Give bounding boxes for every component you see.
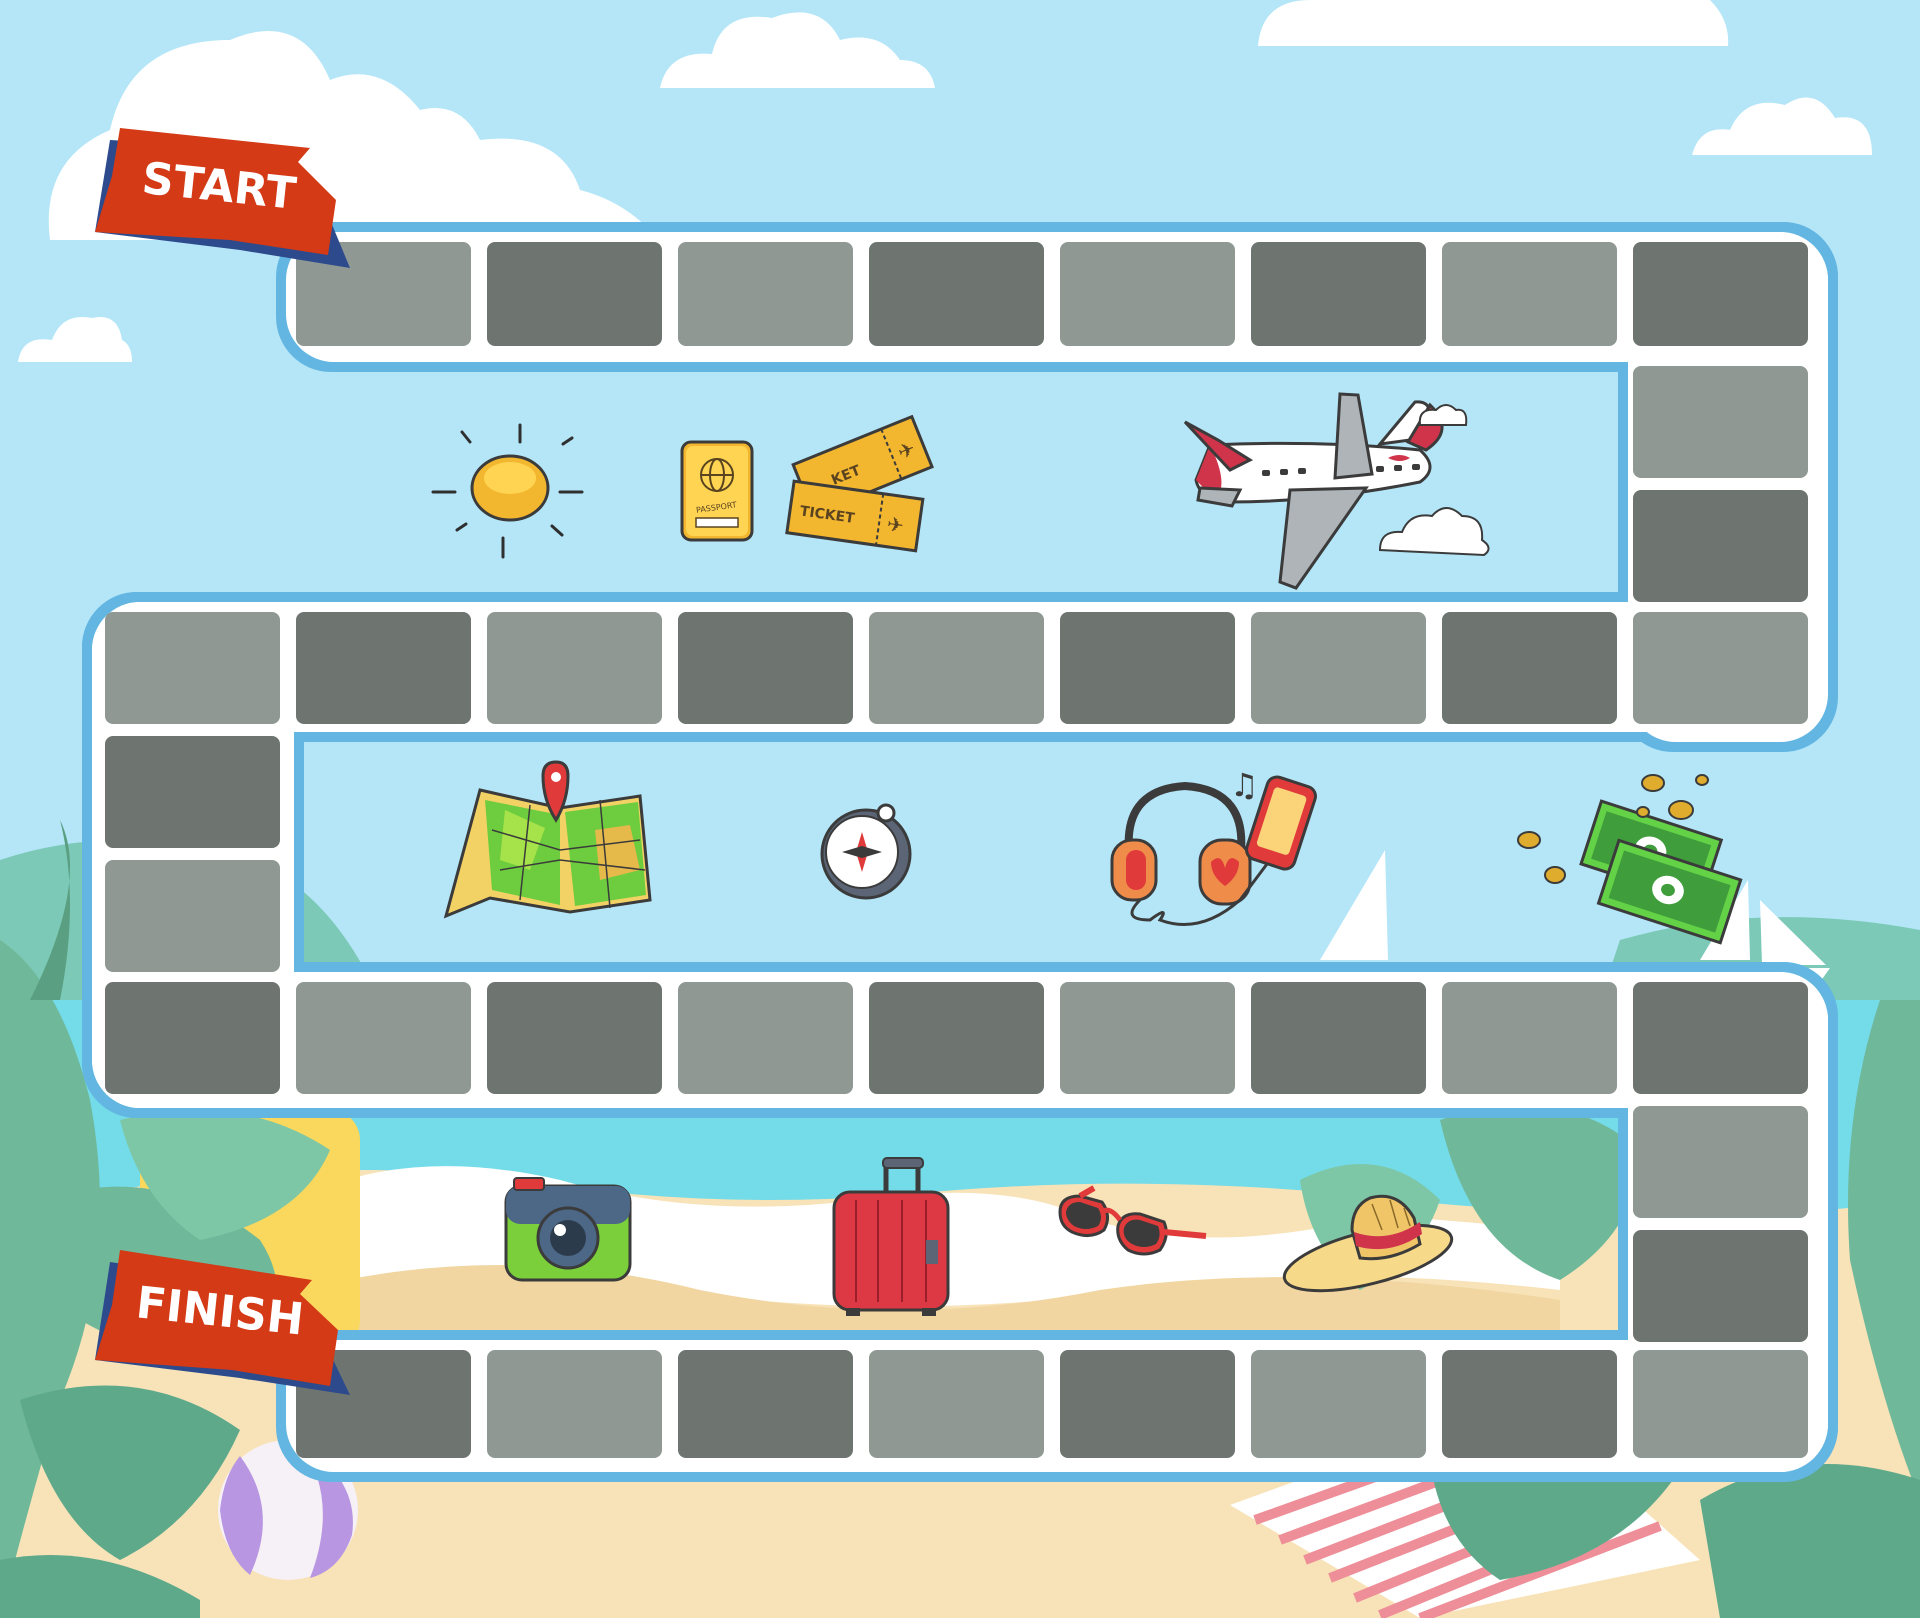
svg-text:✈: ✈ xyxy=(885,512,905,538)
camera-icon xyxy=(504,1177,632,1282)
board-space xyxy=(105,982,280,1094)
board-space xyxy=(1633,490,1808,602)
board-space xyxy=(1633,366,1808,478)
board-space xyxy=(678,242,853,346)
board-space xyxy=(1633,242,1808,346)
board-space xyxy=(487,982,662,1094)
board-space xyxy=(487,1350,662,1458)
board-space xyxy=(1251,1350,1426,1458)
board-space xyxy=(1633,1106,1808,1218)
board-space xyxy=(869,1350,1044,1458)
board-space xyxy=(105,612,280,724)
board-space xyxy=(1442,242,1617,346)
board-space xyxy=(1251,242,1426,346)
music-note-icon: ♫ xyxy=(1230,766,1259,804)
board-space xyxy=(1633,1350,1808,1458)
board-space xyxy=(487,242,662,346)
board-space xyxy=(105,860,280,972)
board-space xyxy=(1633,1230,1808,1342)
board-space xyxy=(678,612,853,724)
board-space xyxy=(1633,982,1808,1094)
board-space xyxy=(1060,1350,1235,1458)
board-space xyxy=(1060,242,1235,346)
board-space xyxy=(1060,982,1235,1094)
board-space xyxy=(296,982,471,1094)
board-space xyxy=(869,612,1044,724)
cloud-icon xyxy=(1258,0,1729,46)
board-space xyxy=(296,612,471,724)
game-board-scene: START FINISH PASSPORT KET ✈ TICKET ✈ ♫ xyxy=(0,0,1920,1618)
board-space xyxy=(487,612,662,724)
board-space xyxy=(1060,612,1235,724)
board-space xyxy=(1442,982,1617,1094)
board-space xyxy=(1633,612,1808,724)
board-space xyxy=(1442,1350,1617,1458)
board-space xyxy=(869,242,1044,346)
board-space xyxy=(678,1350,853,1458)
passport-icon: PASSPORT xyxy=(680,440,754,542)
board-space xyxy=(1251,982,1426,1094)
board-space xyxy=(869,982,1044,1094)
board-space xyxy=(678,982,853,1094)
board-space xyxy=(1442,612,1617,724)
board-space xyxy=(105,736,280,848)
board-space xyxy=(1251,612,1426,724)
